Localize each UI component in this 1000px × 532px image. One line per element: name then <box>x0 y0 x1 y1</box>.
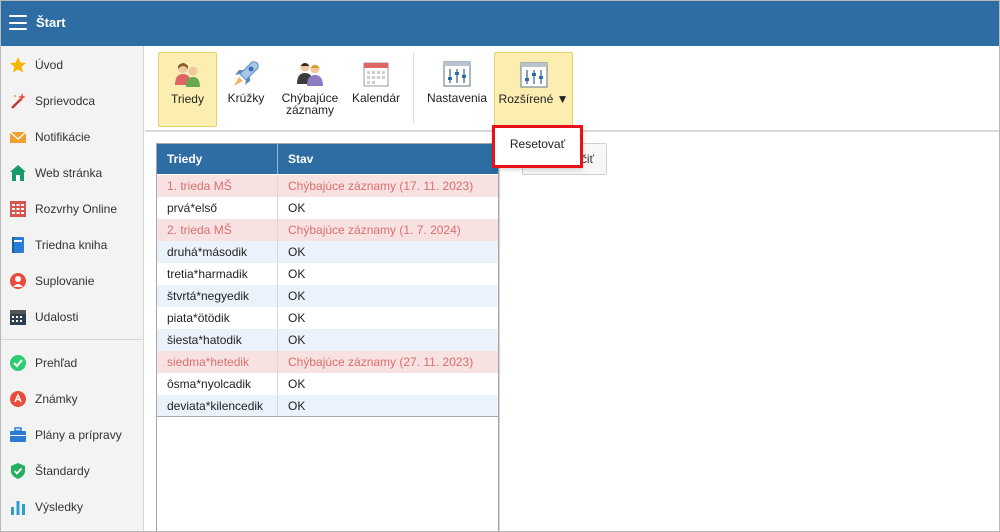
tool-label: Krúžky <box>227 91 265 105</box>
table-row[interactable]: prvá*első OK <box>157 197 498 219</box>
calendar-icon <box>9 308 27 326</box>
sidebar-item-notifikacie[interactable]: Notifikácie <box>1 119 143 155</box>
hamburger-menu-icon[interactable] <box>9 15 27 30</box>
sidebar-item-web-stranka[interactable]: Web stránka <box>1 155 143 191</box>
cell-stav: Chýbajúce záznamy (17. 11. 2023) <box>288 179 474 193</box>
bar-chart-icon <box>9 498 27 516</box>
ribbon-toolbar: Triedy Krúžky Chýbajúce záznamy Kalendár… <box>145 46 999 132</box>
table-row[interactable]: 1. trieda MŠ Chýbajúce záznamy (17. 11. 2… <box>157 175 498 197</box>
book-icon <box>9 236 27 254</box>
cell-trieda: deviata*kilencedik <box>157 395 278 417</box>
tool-button-chybajuce-zaznamy[interactable]: Chýbajúce záznamy <box>278 52 342 127</box>
cell-trieda: siedma*hetedik <box>157 351 278 373</box>
table-row[interactable]: 2. trieda MŠ Chýbajúce záznamy (1. 7. 202… <box>157 219 498 241</box>
sidebar-item-uvod[interactable]: Úvod <box>1 47 143 83</box>
cell-trieda: štvrtá*negyedik <box>157 285 278 307</box>
cell-stav: Chýbajúce záznamy (27. 11. 2023) <box>288 355 474 369</box>
cell-stav: OK <box>288 333 306 347</box>
table-row[interactable]: piata*ötödik OK <box>157 307 498 329</box>
menu-item-resetovat[interactable]: Resetovať <box>495 137 580 151</box>
tool-label: Rozšírené ▼ <box>498 92 569 106</box>
tool-button-nastavenia[interactable]: Nastavenia <box>422 52 492 127</box>
app-window: Štart Úvod Sprievodca Notifikácie Web st… <box>0 0 1000 532</box>
tool-button-triedy[interactable]: Triedy <box>158 52 217 127</box>
cell-trieda: druhá*második <box>157 241 278 263</box>
cell-trieda: tretia*harmadik <box>157 263 278 285</box>
cell-trieda: 2. trieda MŠ <box>157 219 278 241</box>
cell-stav: Chýbajúce záznamy (1. 7. 2024) <box>288 223 461 237</box>
table-row[interactable]: siedma*hetedik Chýbajúce záznamy (27. 11.… <box>157 351 498 373</box>
cell-trieda: 1. trieda MŠ <box>157 175 278 197</box>
missing-records-icon <box>294 58 326 90</box>
cell-stav: OK <box>288 289 306 303</box>
tool-label: Nastavenia <box>426 91 488 105</box>
calendar-grid-icon <box>360 58 392 90</box>
sidebar-item-rozvrhy-online[interactable]: Rozvrhy Online <box>1 191 143 227</box>
sliders-icon <box>518 59 550 91</box>
cell-stav: OK <box>288 201 306 215</box>
sidebar: Úvod Sprievodca Notifikácie Web stránka … <box>1 46 144 531</box>
cell-stav: OK <box>288 399 306 413</box>
cell-trieda: prvá*első <box>157 197 278 219</box>
tool-label: Triedy <box>171 92 204 106</box>
magic-wand-icon <box>9 92 27 110</box>
substitute-icon <box>9 272 27 290</box>
sidebar-item-udalosti[interactable]: Udalosti <box>1 299 143 335</box>
table-row[interactable]: štvrtá*negyedik OK <box>157 285 498 307</box>
cell-trieda: šiesta*hatodik <box>157 329 278 351</box>
briefcase-icon <box>9 426 27 444</box>
sliders-icon <box>441 58 473 90</box>
table-row[interactable]: tretia*harmadik OK <box>157 263 498 285</box>
sidebar-item-sprievodca[interactable]: Sprievodca <box>1 83 143 119</box>
table-row[interactable]: šiesta*hatodik OK <box>157 329 498 351</box>
rocket-icon <box>230 58 262 90</box>
check-circle-icon <box>9 354 27 372</box>
panel-divider <box>499 132 500 531</box>
rozsirene-dropdown-menu: Resetovať <box>492 125 583 168</box>
cell-stav: OK <box>288 311 306 325</box>
table-row[interactable]: druhá*második OK <box>157 241 498 263</box>
timetable-icon <box>9 200 27 218</box>
table-header: Triedy Stav <box>157 144 498 174</box>
classes-icon <box>172 59 204 91</box>
grades-icon <box>9 390 27 408</box>
tool-label: Chýbajúce záznamy <box>281 91 339 117</box>
sidebar-item-znamky[interactable]: Známky <box>1 381 143 417</box>
cell-stav: OK <box>288 377 306 391</box>
sidebar-item-suplovanie[interactable]: Suplovanie <box>1 263 143 299</box>
cell-stav: OK <box>288 267 306 281</box>
cell-stav: OK <box>288 245 306 259</box>
shield-check-icon <box>9 462 27 480</box>
cell-trieda: ôsma*nyolcadik <box>157 373 278 395</box>
sidebar-item-standardy[interactable]: Štandardy <box>1 453 143 489</box>
sidebar-item-vysledky[interactable]: Výsledky <box>1 489 143 525</box>
sidebar-divider <box>1 339 143 340</box>
sidebar-item-plany-a-pripravy[interactable]: Plány a prípravy <box>1 417 143 453</box>
house-icon <box>9 164 27 182</box>
table-row[interactable]: deviata*kilencedik OK <box>157 395 498 417</box>
sidebar-item-prehlad[interactable]: Prehľad <box>1 345 143 381</box>
classes-table: Triedy Stav 1. trieda MŠ Chýbajúce záznam… <box>156 143 499 531</box>
sidebar-item-triedna-kniha[interactable]: Triedna kniha <box>1 227 143 263</box>
tool-button-kalendar[interactable]: Kalendár <box>348 52 404 127</box>
cell-trieda: piata*ötödik <box>157 307 278 329</box>
top-bar: Štart <box>1 1 999 46</box>
toolbar-separator <box>413 52 414 124</box>
page-title: Štart <box>36 15 66 30</box>
tool-button-kruzky[interactable]: Krúžky <box>223 52 269 127</box>
table-body-border <box>157 416 498 417</box>
column-header-triedy[interactable]: Triedy <box>157 144 278 174</box>
star-icon <box>9 56 27 74</box>
tool-button-rozsirene[interactable]: Rozšírené ▼ <box>494 52 573 127</box>
column-header-stav[interactable]: Stav <box>278 144 498 174</box>
tool-label: Kalendár <box>351 91 401 105</box>
table-row[interactable]: ôsma*nyolcadik OK <box>157 373 498 395</box>
envelope-icon <box>9 128 27 146</box>
